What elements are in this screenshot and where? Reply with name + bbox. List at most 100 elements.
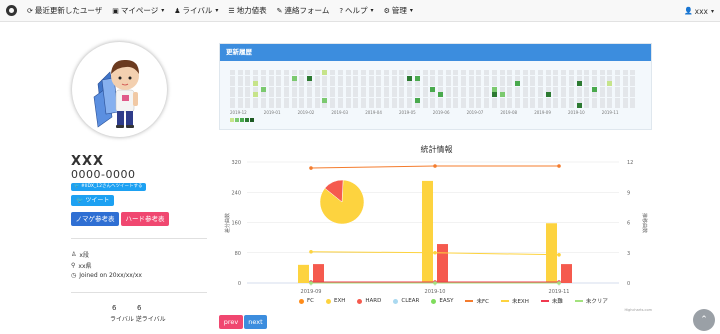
calendar-day[interactable]	[353, 70, 359, 75]
calendar-day[interactable]	[422, 92, 428, 97]
calendar-day[interactable]	[437, 81, 443, 86]
calendar-day[interactable]	[314, 70, 320, 75]
calendar-day[interactable]	[468, 86, 474, 92]
calendar-day[interactable]	[330, 75, 336, 81]
calendar-day[interactable]	[468, 75, 474, 81]
calendar-day[interactable]	[414, 97, 420, 103]
calendar-day[interactable]	[561, 97, 567, 103]
calendar-day[interactable]	[445, 97, 451, 103]
calendar-day[interactable]	[360, 75, 366, 81]
calendar-day[interactable]	[584, 86, 590, 92]
calendar-day[interactable]	[514, 103, 520, 108]
calendar-day[interactable]	[407, 97, 413, 103]
calendar-day[interactable]	[307, 75, 312, 81]
calendar-day[interactable]	[376, 81, 382, 86]
calendar-day[interactable]	[484, 70, 490, 75]
calendar-day[interactable]	[414, 92, 420, 97]
calendar-day[interactable]	[568, 70, 574, 75]
calendar-day[interactable]	[484, 97, 490, 103]
calendar-day[interactable]	[522, 75, 528, 81]
calendar-day[interactable]	[276, 97, 282, 103]
calendar-day[interactable]	[384, 92, 389, 97]
calendar-day[interactable]	[576, 75, 582, 81]
calendar-day[interactable]	[260, 103, 266, 108]
calendar-day[interactable]	[283, 70, 289, 75]
calendar-day[interactable]	[545, 92, 551, 97]
calendar-day[interactable]	[437, 97, 443, 103]
calendar-day[interactable]	[591, 92, 597, 97]
calendar-day[interactable]	[268, 86, 274, 92]
calendar-day[interactable]	[468, 97, 474, 103]
calendar-day[interactable]	[353, 92, 359, 97]
calendar-day[interactable]	[391, 86, 397, 92]
calendar-day[interactable]	[384, 70, 389, 75]
calendar-day[interactable]	[245, 86, 251, 92]
calendar-day[interactable]	[237, 70, 243, 75]
calendar-day[interactable]	[283, 97, 289, 103]
calendar-day[interactable]	[476, 86, 482, 92]
calendar-day[interactable]	[461, 86, 466, 92]
calendar-day[interactable]	[437, 92, 443, 97]
calendar-day[interactable]	[530, 103, 536, 108]
calendar-day[interactable]	[430, 97, 436, 103]
calendar-day[interactable]	[253, 92, 259, 97]
calendar-day[interactable]	[484, 75, 490, 81]
calendar-day[interactable]	[561, 75, 567, 81]
calendar-day[interactable]	[476, 103, 482, 108]
calendar-day[interactable]	[499, 86, 505, 92]
calendar-day[interactable]	[437, 70, 443, 75]
calendar-day[interactable]	[630, 70, 636, 75]
calendar-day[interactable]	[299, 75, 305, 81]
calendar-day[interactable]	[399, 92, 405, 97]
calendar-day[interactable]	[430, 103, 436, 108]
calendar-day[interactable]	[522, 103, 528, 108]
calendar-day[interactable]	[384, 86, 389, 92]
calendar-day[interactable]	[453, 70, 459, 75]
legend-item[interactable]: FC	[299, 297, 314, 305]
user-menu[interactable]: 👤 xxx ▾	[684, 0, 714, 22]
legend-item[interactable]: EASY	[431, 297, 453, 305]
calendar-day[interactable]	[445, 86, 451, 92]
calendar-day[interactable]	[230, 103, 235, 108]
calendar-day[interactable]	[568, 75, 574, 81]
calendar-day[interactable]	[237, 97, 243, 103]
calendar-day[interactable]	[422, 75, 428, 81]
calendar-day[interactable]	[491, 70, 497, 75]
calendar-day[interactable]	[568, 103, 574, 108]
calendar-day[interactable]	[391, 75, 397, 81]
calendar-day[interactable]	[507, 92, 513, 97]
calendar-day[interactable]	[453, 86, 459, 92]
calendar-day[interactable]	[599, 81, 605, 86]
calendar-day[interactable]	[322, 75, 328, 81]
calendar-day[interactable]	[538, 81, 543, 86]
calendar-day[interactable]	[453, 81, 459, 86]
calendar-day[interactable]	[553, 70, 559, 75]
calendar-day[interactable]	[399, 81, 405, 86]
calendar-day[interactable]	[291, 103, 297, 108]
calendar-day[interactable]	[337, 75, 343, 81]
calendar-day[interactable]	[368, 70, 374, 75]
calendar-day[interactable]	[484, 103, 490, 108]
calendar-day[interactable]	[607, 92, 613, 97]
calendar-day[interactable]	[507, 75, 513, 81]
calendar-day[interactable]	[299, 103, 305, 108]
calendar-day[interactable]	[584, 81, 590, 86]
calendar-day[interactable]	[538, 92, 543, 97]
calendar-day[interactable]	[291, 92, 297, 97]
calendar-day[interactable]	[607, 70, 613, 75]
calendar-day[interactable]	[599, 70, 605, 75]
calendar-day[interactable]	[322, 103, 328, 108]
calendar-day[interactable]	[599, 75, 605, 81]
calendar-day[interactable]	[237, 75, 243, 81]
calendar-day[interactable]	[538, 103, 543, 108]
calendar-day[interactable]	[530, 81, 536, 86]
calendar-day[interactable]	[538, 97, 543, 103]
calendar-day[interactable]	[337, 103, 343, 108]
calendar-day[interactable]	[468, 92, 474, 97]
calendar-day[interactable]	[514, 81, 520, 86]
calendar-day[interactable]	[607, 75, 613, 81]
calendar-day[interactable]	[291, 75, 297, 81]
calendar-day[interactable]	[584, 70, 590, 75]
calendar-day[interactable]	[314, 92, 320, 97]
calendar-day[interactable]	[345, 103, 351, 108]
